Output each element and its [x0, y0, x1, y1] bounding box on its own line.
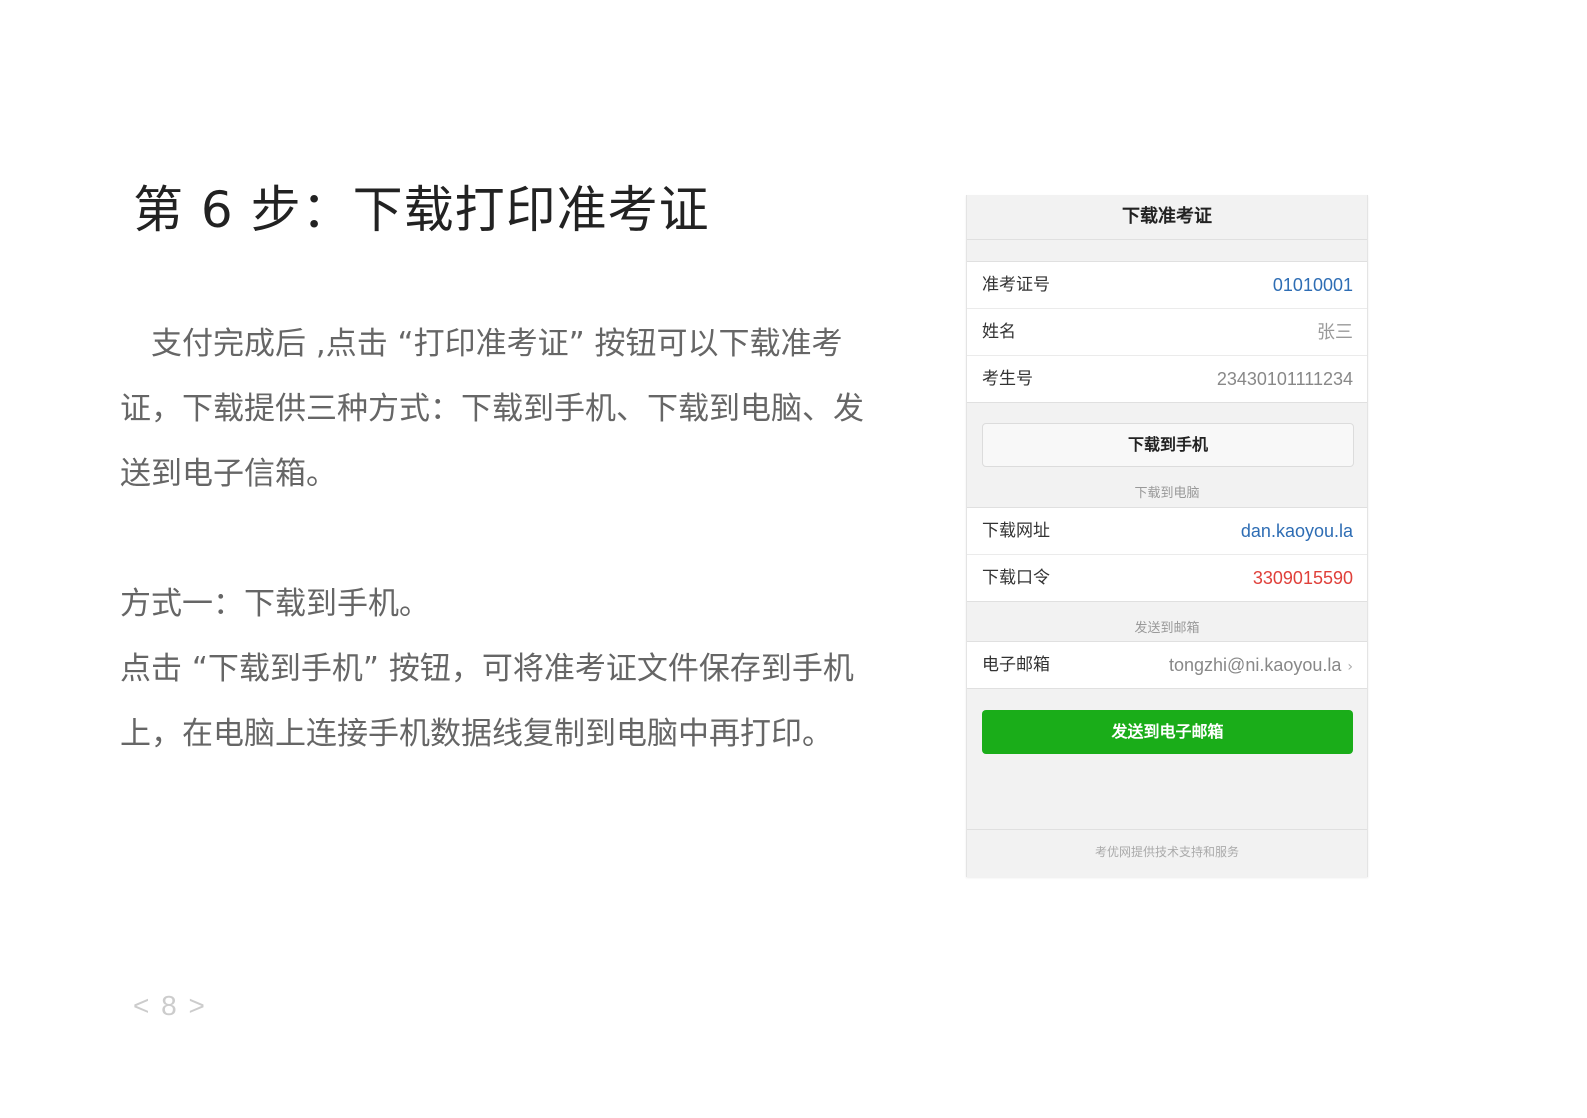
row-label: 考生号	[982, 369, 1033, 389]
row-label: 下载口令	[982, 568, 1050, 588]
ticket-info-group: 准考证号 01010001 姓名 张三 考生号 23430101111234	[967, 261, 1367, 403]
method-heading: 方式一：下载到手机。	[120, 586, 430, 622]
send-to-email-caption: 发送到邮箱	[1134, 621, 1200, 636]
intro-line: 证，下载提供三种方式：下载到手机、下载到电脑、发	[120, 391, 864, 427]
row-label: 下载网址	[982, 521, 1050, 541]
intro-line: 送到电子信箱。	[120, 456, 337, 492]
computer-download-group: 下载网址 dan.kaoyou.la 下载口令 3309015590	[967, 507, 1367, 602]
download-to-computer-caption: 下载到电脑	[1134, 486, 1200, 501]
row-label: 电子邮箱	[982, 655, 1050, 675]
row-label: 姓名	[982, 322, 1016, 342]
page-number: < 8 >	[133, 990, 207, 1021]
page-title: 第 6 步：下载打印准考证	[133, 181, 710, 239]
method-detail-line: 点击 “下载到手机” 按钮，可将准考证文件保存到手机	[120, 651, 854, 687]
email-value-wrap: tongzhi@ni.kaoyou.la ›	[1169, 642, 1353, 688]
row-label: 准考证号	[982, 275, 1050, 295]
name-value: 张三	[1317, 322, 1353, 342]
chevron-right-icon: ›	[1347, 659, 1353, 675]
download-to-phone-button[interactable]: 下载到手机	[982, 423, 1354, 467]
email-row[interactable]: 电子邮箱 tongzhi@ni.kaoyou.la ›	[967, 642, 1367, 688]
download-code-row: 下载口令 3309015590	[967, 555, 1367, 601]
intro-line: 支付完成后 ,点击 “打印准考证” 按钮可以下载准考	[151, 326, 843, 362]
method-detail-line: 上，在电脑上连接手机数据线复制到电脑中再打印。	[120, 716, 833, 752]
admission-number-row: 准考证号 01010001	[967, 262, 1367, 309]
candidate-number-row: 考生号 23430101111234	[967, 356, 1367, 402]
download-url-link[interactable]: dan.kaoyou.la	[1241, 508, 1353, 554]
email-group: 电子邮箱 tongzhi@ni.kaoyou.la ›	[967, 641, 1367, 689]
footer-credit: 考优网提供技术支持和服务	[1094, 845, 1239, 859]
method-paragraph: 方式一：下载到手机。 点击 “下载到手机” 按钮，可将准考证文件保存到手机 上，…	[120, 572, 880, 767]
admission-number-value: 01010001	[1272, 275, 1353, 295]
name-row: 姓名 张三	[967, 309, 1367, 356]
footer-divider	[967, 829, 1367, 830]
email-value: tongzhi@ni.kaoyou.la	[1169, 655, 1342, 675]
candidate-number-value: 23430101111234	[1216, 369, 1353, 389]
phone-screenshot: 下载准考证 准考证号 01010001 姓名 张三 考生号 2343010111…	[966, 195, 1368, 877]
phone-header-title: 下载准考证	[967, 195, 1367, 240]
download-code-value: 3309015590	[1252, 568, 1353, 588]
download-url-row: 下载网址 dan.kaoyou.la	[967, 508, 1367, 555]
send-to-email-button[interactable]: 发送到电子邮箱	[982, 710, 1353, 754]
intro-paragraph: 支付完成后 ,点击 “打印准考证” 按钮可以下载准考 证，下载提供三种方式：下载…	[120, 312, 880, 507]
